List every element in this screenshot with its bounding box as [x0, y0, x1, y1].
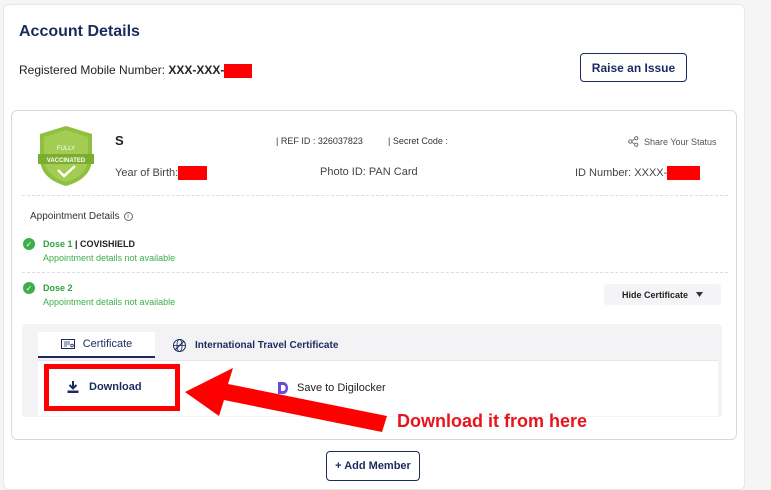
year-of-birth: Year of Birth:: [115, 166, 208, 180]
id-number-label: ID Number: XXXX-: [575, 166, 668, 179]
appointment-title: Appointment Details: [30, 211, 120, 222]
dose-1: ✓ Dose 1 | COVISHIELD Appointment detail…: [23, 237, 175, 265]
globe-travel-icon: [173, 338, 186, 352]
dose-2-label: Dose 2: [43, 283, 73, 293]
secret-code: | Secret Code :: [388, 136, 448, 146]
tab-certificate-label: Certificate: [82, 338, 133, 350]
dose-2: ✓ Dose 2 Appointment details not availab…: [23, 281, 175, 309]
redaction-mobile: [224, 63, 253, 78]
dose-1-title: Dose 1 | COVISHIELD: [43, 237, 175, 251]
raise-issue-button[interactable]: Raise an Issue: [580, 53, 687, 82]
save-to-digilocker-button[interactable]: Save to Digilocker: [275, 381, 386, 395]
badge-top-text: FULLY: [57, 146, 75, 152]
divider: [22, 272, 728, 273]
add-member-button[interactable]: + Add Member: [326, 451, 420, 481]
tab-certificate[interactable]: Certificate: [38, 332, 155, 358]
chevron-down-icon: [696, 292, 704, 297]
badge-bottom-text: VACCINATED: [47, 158, 86, 164]
digilocker-icon: [278, 382, 288, 394]
redaction-id: [667, 166, 701, 180]
share-status-link[interactable]: Share Your Status: [628, 136, 717, 147]
redaction-yob: [178, 166, 208, 180]
page: Account Details Registered Mobile Number…: [0, 0, 771, 490]
check-circle-icon: ✓: [23, 282, 35, 294]
digilocker-label: Save to Digilocker: [297, 382, 386, 394]
page-title: Account Details: [19, 23, 140, 40]
share-icon: [628, 136, 639, 147]
tab-international-label: International Travel Certificate: [195, 339, 339, 351]
beneficiary-name: S: [115, 133, 124, 148]
info-icon[interactable]: i: [123, 212, 133, 221]
highlight-box: [44, 364, 180, 411]
share-label: Share Your Status: [644, 136, 717, 147]
hide-certificate-label: Hide Certificate: [621, 289, 689, 300]
yob-label: Year of Birth:: [115, 166, 179, 179]
photo-id: Photo ID: PAN Card: [320, 166, 418, 178]
shield-badge-icon: FULLY VACCINATED: [38, 126, 94, 186]
tab-international-travel[interactable]: International Travel Certificate: [172, 332, 338, 358]
dose-2-note: Appointment details not available: [43, 297, 176, 307]
appointment-details-heading: Appointment Details i: [30, 211, 133, 222]
annotation-text: Download it from here: [397, 411, 588, 431]
mobile-value: XXX-XXX-: [168, 63, 225, 77]
dose-1-vaccine: | COVISHIELD: [75, 239, 136, 249]
mobile-label: Registered Mobile Number:: [19, 63, 166, 77]
id-number: ID Number: XXXX-: [575, 166, 701, 180]
ref-id: | REF ID : 326037823: [276, 136, 363, 146]
dose-2-title: Dose 2: [43, 281, 175, 295]
check-circle-icon: ✓: [23, 238, 35, 250]
registered-mobile: Registered Mobile Number: XXX-XXX-: [19, 63, 253, 78]
certificate-icon: [60, 339, 75, 349]
dose-1-note: Appointment details not available: [43, 253, 176, 263]
dose-1-label: Dose 1: [43, 239, 73, 249]
divider: [22, 195, 728, 196]
hide-certificate-button[interactable]: Hide Certificate: [604, 284, 721, 305]
